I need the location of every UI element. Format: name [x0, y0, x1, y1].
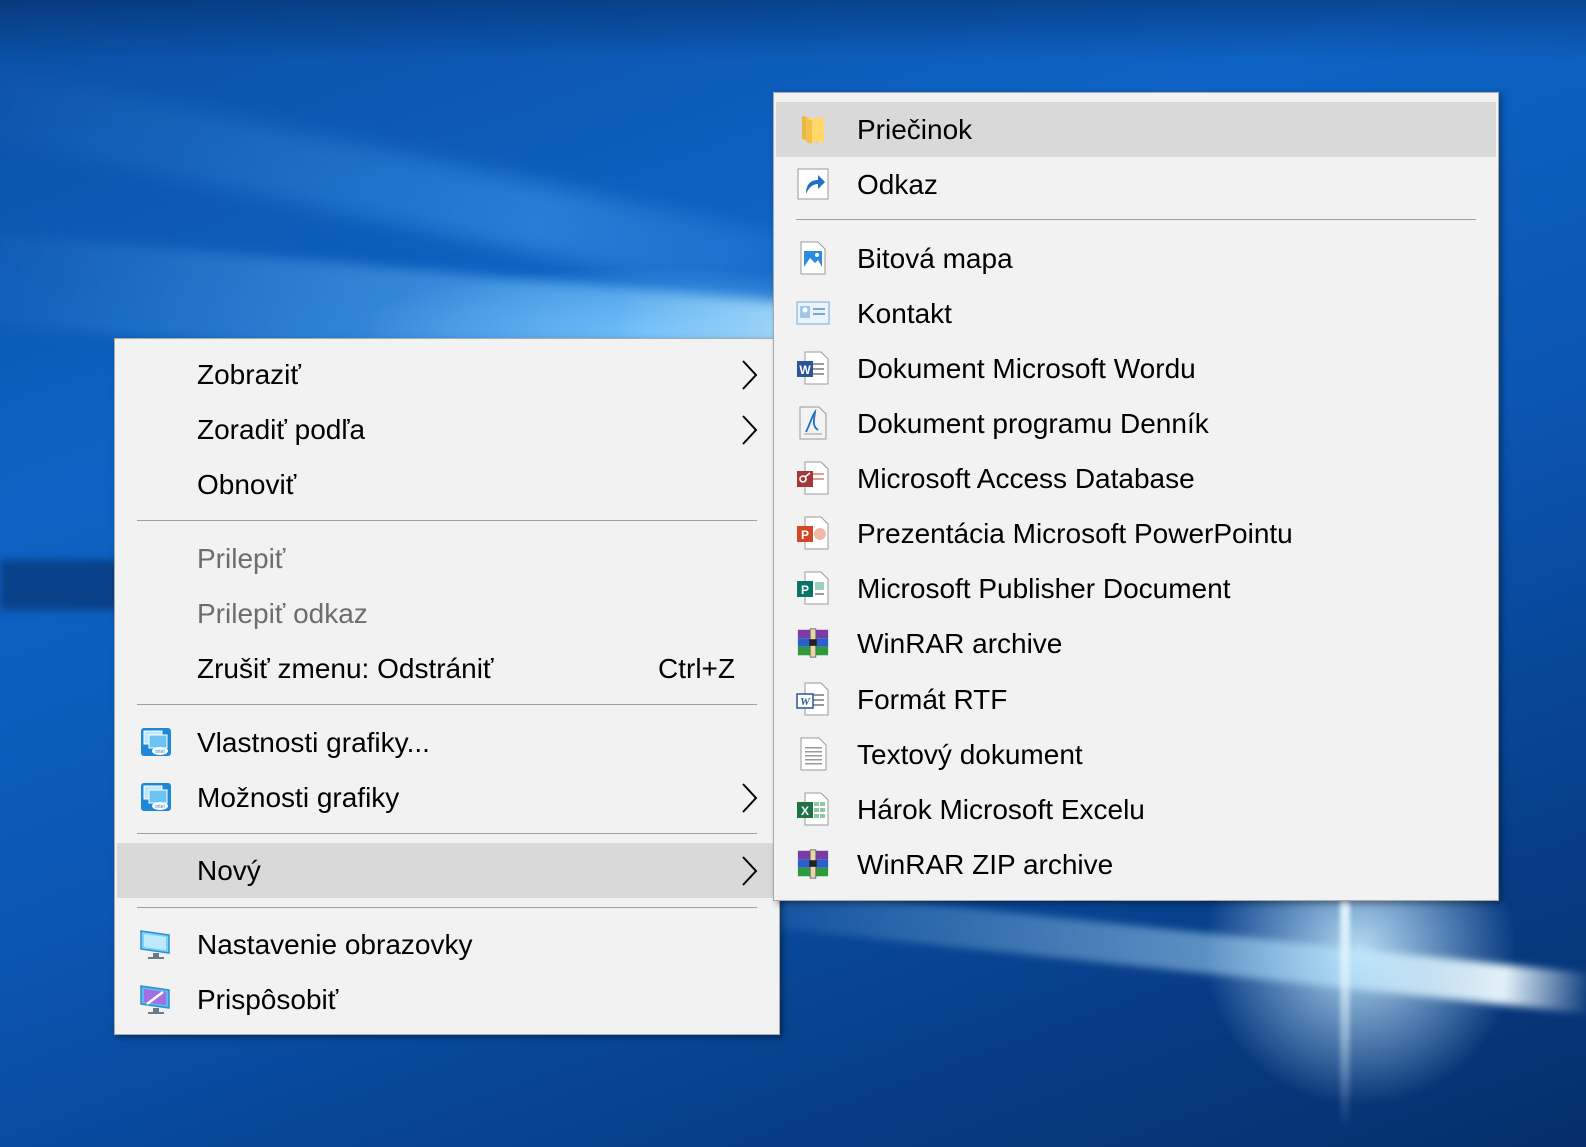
menu-item-label: Zrušiť zmenu: Odstrániť [197, 652, 494, 684]
menu-item-paste-shortcut[interactable]: Prilepiť odkaz [117, 586, 777, 641]
new-contact-item[interactable]: Kontakt [776, 286, 1496, 341]
new-folder-item[interactable]: Priečinok [776, 102, 1496, 157]
access-icon [796, 461, 830, 495]
new-access-database-item[interactable]: Microsoft Access Database [776, 451, 1496, 506]
menu-item-personalize[interactable]: Prispôsobiť [117, 972, 777, 1027]
shortcut-icon [796, 167, 830, 201]
chevron-right-icon [742, 415, 758, 445]
menu-separator [137, 704, 757, 705]
submenu-item-label: Bitová mapa [857, 242, 1013, 274]
submenu-item-label: Textový dokument [857, 738, 1083, 770]
submenu-item-label: Hárok Microsoft Excelu [857, 793, 1145, 825]
svg-text:intel: intel [155, 749, 164, 755]
new-bitmap-item[interactable]: Bitová mapa [776, 231, 1496, 286]
personalize-icon [139, 982, 173, 1016]
menu-item-new[interactable]: Nový [117, 843, 777, 898]
submenu-item-label: Priečinok [857, 113, 973, 145]
bitmap-icon [796, 241, 830, 275]
submenu-item-label: WinRAR archive [857, 627, 1063, 659]
keyboard-shortcut: Ctrl+Z [658, 652, 735, 684]
winrar-zip-icon [796, 847, 830, 881]
new-publisher-item[interactable]: P Microsoft Publisher Document [776, 561, 1496, 616]
rtf-icon: W [796, 682, 830, 716]
menu-separator [137, 520, 757, 521]
menu-item-display-settings[interactable]: Nastavenie obrazovky [117, 917, 777, 972]
menu-item-label: Zoradiť podľa [197, 413, 366, 445]
menu-item-view[interactable]: Zobraziť [117, 347, 777, 402]
contact-icon [796, 296, 830, 330]
menu-item-label: Obnoviť [197, 468, 297, 500]
menu-item-graphics-options[interactable]: intel Možnosti grafiky [117, 770, 777, 825]
excel-icon: X [796, 792, 830, 826]
svg-text:intel: intel [155, 804, 164, 810]
new-winrar-archive-item[interactable]: WinRAR archive [776, 616, 1496, 671]
new-rtf-document-item[interactable]: W Formát RTF [776, 672, 1496, 727]
chevron-right-icon [742, 856, 758, 886]
menu-item-graphics-properties[interactable]: intel Vlastnosti grafiky... [117, 715, 777, 770]
menu-item-sort-by[interactable]: Zoradiť podľa [117, 402, 777, 457]
menu-item-label: Nastavenie obrazovky [197, 928, 473, 960]
menu-separator [137, 907, 757, 908]
submenu-item-label: Microsoft Access Database [857, 462, 1195, 494]
winrar-icon [796, 626, 830, 660]
new-shortcut-item[interactable]: Odkaz [776, 157, 1496, 212]
desktop-context-menu: Zobraziť Zoradiť podľa Obnoviť Prilepiť … [114, 338, 780, 1035]
folder-icon [796, 112, 830, 146]
menu-item-label: Nový [197, 854, 261, 886]
svg-text:W: W [799, 363, 811, 377]
display-settings-icon [139, 927, 173, 961]
menu-separator [796, 219, 1476, 220]
submenu-item-label: Odkaz [857, 168, 938, 200]
submenu-item-label: Prezentácia Microsoft PowerPointu [857, 517, 1293, 549]
submenu-item-label: Dokument programu Denník [857, 407, 1209, 439]
submenu-item-label: Kontakt [857, 297, 952, 329]
new-excel-sheet-item[interactable]: X Hárok Microsoft Excelu [776, 782, 1496, 837]
new-winrar-zip-item[interactable]: WinRAR ZIP archive [776, 837, 1496, 892]
journal-icon [796, 406, 830, 440]
powerpoint-icon: P [796, 516, 830, 550]
publisher-icon: P [796, 571, 830, 605]
menu-item-paste[interactable]: Prilepiť [117, 531, 777, 586]
menu-item-label: Možnosti grafiky [197, 781, 400, 813]
chevron-right-icon [742, 360, 758, 390]
chevron-right-icon [742, 783, 758, 813]
new-submenu: Priečinok Odkaz Bitová mapa Kontakt W Do… [773, 92, 1499, 901]
svg-text:X: X [801, 804, 809, 818]
menu-item-label: Prilepiť [197, 542, 286, 574]
menu-item-undo-delete[interactable]: Zrušiť zmenu: Odstrániť Ctrl+Z [117, 641, 777, 696]
menu-item-refresh[interactable]: Obnoviť [117, 457, 777, 512]
submenu-item-label: Microsoft Publisher Document [857, 572, 1231, 604]
submenu-item-label: WinRAR ZIP archive [857, 848, 1114, 880]
intel-graphics-icon: intel [139, 780, 173, 814]
new-powerpoint-item[interactable]: P Prezentácia Microsoft PowerPointu [776, 506, 1496, 561]
new-text-document-item[interactable]: Textový dokument [776, 727, 1496, 782]
menu-separator [137, 833, 757, 834]
new-word-document-item[interactable]: W Dokument Microsoft Wordu [776, 341, 1496, 396]
intel-graphics-icon: intel [139, 725, 173, 759]
new-journal-document-item[interactable]: Dokument programu Denník [776, 396, 1496, 451]
menu-item-label: Prispôsobiť [197, 983, 339, 1015]
submenu-item-label: Dokument Microsoft Wordu [857, 352, 1196, 384]
menu-item-label: Zobraziť [197, 358, 301, 390]
submenu-item-label: Formát RTF [857, 683, 1008, 715]
svg-text:W: W [800, 696, 811, 708]
menu-item-label: Prilepiť odkaz [197, 597, 368, 629]
text-document-icon [796, 737, 830, 771]
svg-text:P: P [801, 528, 809, 542]
menu-item-label: Vlastnosti grafiky... [197, 726, 430, 758]
word-icon: W [796, 351, 830, 385]
svg-text:P: P [801, 583, 809, 597]
